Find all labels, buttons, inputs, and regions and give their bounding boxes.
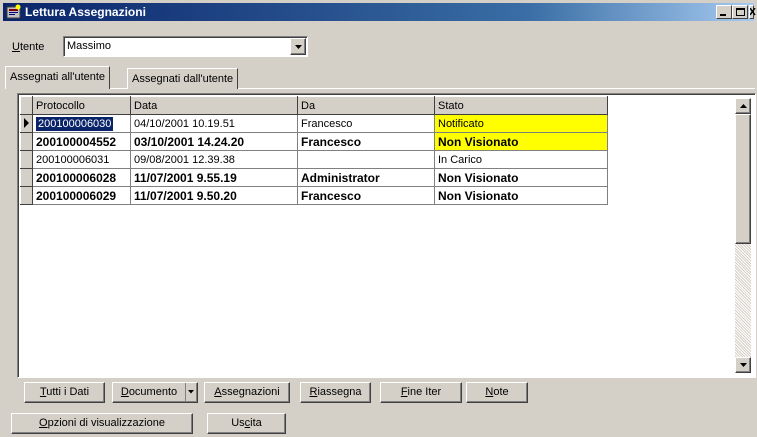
table-row[interactable]: 200100006031 09/08/2001 12.39.38 In Cari… xyxy=(20,150,608,169)
cell-protocollo[interactable]: 200100006031 xyxy=(32,150,131,169)
documento-dropdown-arrow[interactable] xyxy=(185,383,197,402)
cell-protocollo[interactable]: 200100004552 xyxy=(32,132,131,151)
riassegna-button[interactable]: Riassegna xyxy=(300,382,371,403)
column-header-stato[interactable]: Stato xyxy=(434,96,608,115)
fine-iter-button[interactable]: Fine Iter xyxy=(380,382,462,403)
cell-protocollo[interactable]: 200100006029 xyxy=(32,186,131,205)
cell-da[interactable]: Francesco xyxy=(297,114,435,133)
table-row[interactable]: 200100006030 04/10/2001 10.19.51 Frances… xyxy=(20,114,608,133)
cell-protocollo[interactable]: 200100006030 xyxy=(32,114,131,133)
note-button[interactable]: Note xyxy=(466,382,528,403)
utente-dropdown-button[interactable] xyxy=(290,38,306,55)
row-pointer-icon xyxy=(24,118,29,128)
cell-da[interactable]: Francesco xyxy=(297,186,435,205)
tab-assegnati-dall-utente[interactable]: Assegnati dall'utente xyxy=(127,68,239,89)
scroll-thumb[interactable] xyxy=(735,114,751,244)
minimize-icon xyxy=(720,14,726,16)
utente-combo[interactable]: Massimo xyxy=(63,36,308,57)
cell-stato[interactable]: Non Visionato xyxy=(434,132,608,151)
cell-stato[interactable]: In Carico xyxy=(434,150,608,169)
uscita-button[interactable]: Uscita xyxy=(207,413,286,434)
header-indicator xyxy=(20,96,33,115)
cell-protocollo[interactable]: 200100006028 xyxy=(32,168,131,187)
table-row[interactable]: 200100006028 11/07/2001 9.55.19 Administ… xyxy=(20,168,608,187)
title-bar[interactable]: Lettura Assegnazioni xyxy=(3,3,756,21)
cell-stato[interactable]: Notificato xyxy=(434,114,608,133)
cell-data[interactable]: 11/07/2001 9.55.19 xyxy=(130,168,298,187)
row-indicator[interactable] xyxy=(20,114,33,133)
button-label: ine Iter xyxy=(407,386,442,398)
column-header-data[interactable]: Data xyxy=(130,96,298,115)
chevron-down-icon xyxy=(295,45,302,49)
cell-protocollo-text: 200100006030 xyxy=(36,116,114,131)
cell-data[interactable]: 03/10/2001 14.24.20 xyxy=(130,132,298,151)
assignments-grid[interactable]: Protocollo Data Da Stato 200100006030 04… xyxy=(17,93,756,378)
mnemonic: D xyxy=(120,386,129,398)
table-row[interactable]: 200100004552 03/10/2001 14.24.20 Frances… xyxy=(20,132,608,151)
cell-da[interactable]: Administrator xyxy=(297,168,435,187)
table-row[interactable]: 200100006029 11/07/2001 9.50.20 Francesc… xyxy=(20,186,608,205)
row-indicator[interactable] xyxy=(20,132,33,151)
button-label: iassegna xyxy=(317,386,362,398)
vertical-scrollbar[interactable] xyxy=(735,98,751,373)
window-title: Lettura Assegnazioni xyxy=(25,5,146,19)
utente-mnemonic: U xyxy=(12,41,20,53)
button-label: ote xyxy=(493,386,509,398)
button-label: pzioni di visualizzazione xyxy=(47,417,165,429)
maximize-button[interactable] xyxy=(732,5,748,19)
column-header-protocollo[interactable]: Protocollo xyxy=(32,96,131,115)
main-window: Lettura Assegnazioni Utente Massimo Asse… xyxy=(0,0,757,437)
assignments-table: Protocollo Data Da Stato 200100006030 04… xyxy=(20,96,608,205)
scroll-down-button[interactable] xyxy=(735,357,751,373)
cell-stato[interactable]: Non Visionato xyxy=(434,186,608,205)
mnemonic: F xyxy=(400,386,408,398)
cell-data[interactable]: 11/07/2001 9.50.20 xyxy=(130,186,298,205)
row-indicator[interactable] xyxy=(20,186,33,205)
utente-value: Massimo xyxy=(67,40,112,52)
scroll-down-icon xyxy=(740,363,747,367)
assegnazioni-button[interactable]: Assegnazioni xyxy=(204,382,290,403)
grid-body: Protocollo Data Da Stato 200100006030 04… xyxy=(20,96,753,375)
tab-assegnati-all-utente[interactable]: Assegnati all'utente xyxy=(5,66,111,89)
mnemonic: O xyxy=(39,417,48,429)
cell-data[interactable]: 04/10/2001 10.19.51 xyxy=(130,114,298,133)
opzioni-visualizzazione-button[interactable]: Opzioni di visualizzazione xyxy=(11,413,193,434)
cell-da[interactable]: Francesco xyxy=(297,132,435,151)
close-icon xyxy=(750,8,756,16)
header-row: Protocollo Data Da Stato xyxy=(20,96,608,115)
button-label: ssegnazioni xyxy=(221,386,280,398)
minimize-button[interactable] xyxy=(716,5,732,19)
button-label: ocumento xyxy=(128,386,178,398)
row-indicator[interactable] xyxy=(20,168,33,187)
button-label: ita xyxy=(250,417,262,429)
close-button[interactable] xyxy=(749,5,756,19)
scroll-up-icon xyxy=(740,104,747,108)
chevron-down-icon xyxy=(188,390,194,394)
maximize-icon xyxy=(736,8,745,16)
documento-button[interactable]: Documento xyxy=(112,382,198,403)
row-indicator[interactable] xyxy=(20,150,33,169)
cell-da[interactable] xyxy=(297,150,435,169)
mnemonic: A xyxy=(214,386,222,398)
button-label-pre: Us xyxy=(231,417,245,429)
scroll-up-button[interactable] xyxy=(735,98,751,114)
utente-label: Utente xyxy=(12,41,44,53)
tutti-i-dati-button[interactable]: Tutti i Dati xyxy=(24,382,105,403)
utente-label-rest: tente xyxy=(19,41,45,53)
button-label: utti i Dati xyxy=(46,386,90,398)
app-icon xyxy=(6,4,22,20)
cell-data[interactable]: 09/08/2001 12.39.38 xyxy=(130,150,298,169)
column-header-da[interactable]: Da xyxy=(297,96,435,115)
cell-stato[interactable]: Non Visionato xyxy=(434,168,608,187)
